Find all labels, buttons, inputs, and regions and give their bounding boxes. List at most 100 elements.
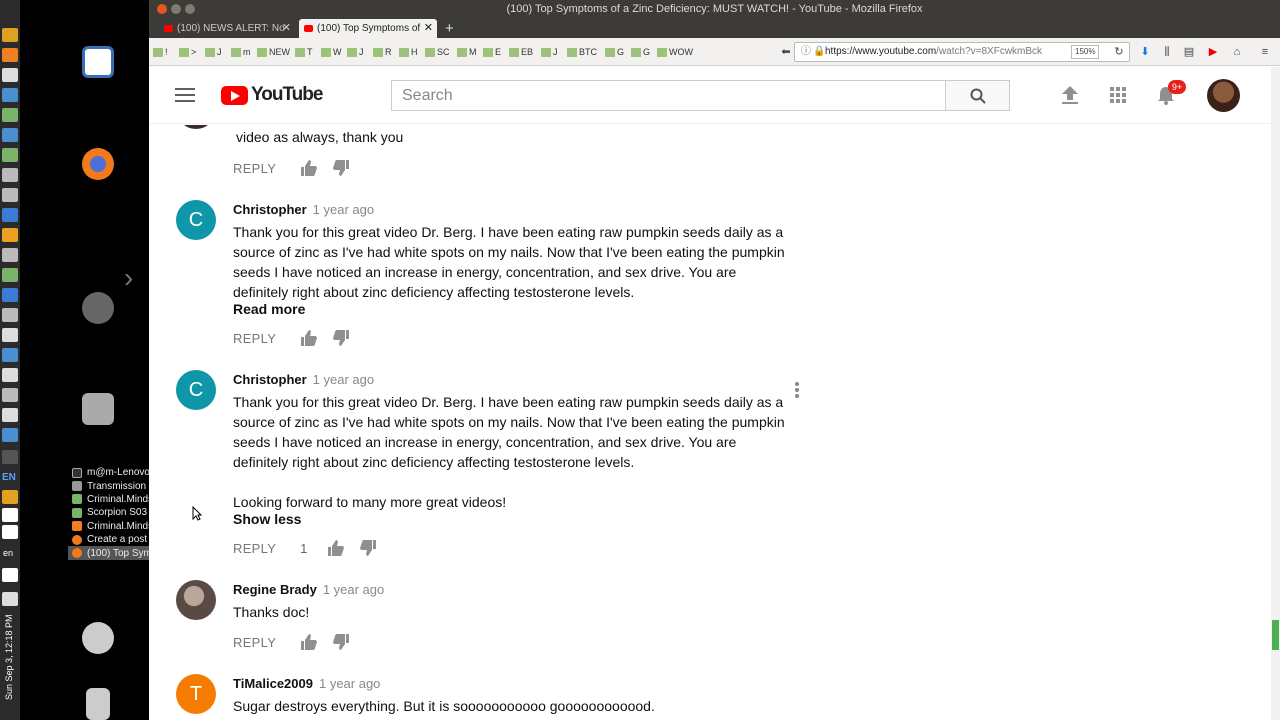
bookmark-item[interactable]: G [631,45,650,59]
show-less-button[interactable]: Show less [233,511,301,527]
tab-news-alert[interactable]: (100) NEWS ALERT: No ✕ [159,19,295,38]
archive-icon[interactable] [82,393,114,425]
app-icon[interactable] [2,188,18,202]
app-icon[interactable] [2,408,18,422]
new-tab-button[interactable]: + [445,19,454,38]
avatar[interactable]: C [176,370,216,410]
comment-author[interactable]: TiMalice2009 1 year ago [233,676,380,691]
bookmark-item[interactable]: M [457,45,477,59]
bookmark-item[interactable]: T [295,45,313,59]
app-icon[interactable] [2,308,18,322]
thumbs-down-icon[interactable] [332,330,350,346]
app-icon[interactable] [2,268,18,282]
bookmark-item[interactable]: J [541,45,558,59]
battery-icon[interactable] [2,592,18,606]
bookmark-item[interactable]: SC [425,45,450,59]
bookmark-item[interactable]: EB [509,45,533,59]
bookmark-item[interactable]: H [399,45,418,59]
thumbs-down-icon[interactable] [359,540,377,556]
clock[interactable]: Sun Sep 3, 12:18 PM [4,614,18,700]
close-tab-icon[interactable]: ✕ [282,19,291,38]
tab-top-symptoms[interactable]: (100) Top Symptoms of ✕ [299,19,437,38]
menu-icon[interactable]: ≡ [1259,46,1271,58]
search-button[interactable] [945,80,1010,111]
notification-badge[interactable]: 9+ [1168,80,1186,94]
reload-icon[interactable]: ↻ [1113,46,1125,58]
document-icon[interactable] [82,46,114,78]
bookmark-item[interactable]: E [483,45,501,59]
keyboard-layout[interactable]: EN [2,472,16,483]
app-icon[interactable] [2,108,18,122]
thumbs-up-icon[interactable] [300,330,318,346]
reply-button[interactable]: REPLY [233,635,276,650]
bookmark-item[interactable]: J [205,45,222,59]
account-avatar[interactable] [1207,79,1240,112]
reply-button[interactable]: REPLY [233,331,276,346]
app-icon[interactable] [2,128,18,142]
comment-author[interactable]: Regine Brady 1 year ago [233,582,384,597]
scrollbar-thumb[interactable] [1272,620,1279,650]
comment-age[interactable]: 1 year ago [323,582,384,597]
home-icon[interactable]: ⌂ [1231,46,1243,58]
bookmark-item[interactable]: J [347,45,364,59]
bookmark-item[interactable]: WOW [657,45,693,59]
bookmark-item[interactable]: W [321,45,342,59]
wifi-icon[interactable] [2,508,18,522]
bluetooth-icon[interactable] [2,450,18,464]
bitcoin-icon[interactable] [2,28,18,42]
bookmark-item[interactable]: BTC [567,45,597,59]
bookmark-item[interactable]: ! [153,45,168,59]
avatar[interactable] [176,580,216,620]
app-icon[interactable] [2,228,18,242]
bookmark-item[interactable]: > [179,45,196,59]
app-icon[interactable] [2,248,18,262]
app-icon[interactable] [2,168,18,182]
comment-menu-icon[interactable] [795,382,799,398]
thumbs-down-icon[interactable] [332,160,350,176]
comment-age[interactable]: 1 year ago [313,202,374,217]
search-input[interactable]: Search [391,80,946,111]
user-icon[interactable] [82,622,114,654]
app-icon[interactable] [2,348,18,362]
thumbs-up-icon[interactable] [300,160,318,176]
accessibility-icon[interactable] [2,525,18,539]
avatar[interactable]: T [176,674,216,714]
close-tab-icon[interactable]: ✕ [424,19,433,38]
reader-icon[interactable]: ▤ [1183,46,1195,58]
read-more-button[interactable]: Read more [233,301,305,317]
app-icon[interactable] [2,48,18,62]
comment-age[interactable]: 1 year ago [319,676,380,691]
app-icon[interactable] [2,208,18,222]
notes-icon[interactable] [2,68,18,82]
comment-author[interactable]: Christopher 1 year ago [233,202,374,217]
youtube-addon-icon[interactable]: ▶ [1207,46,1219,58]
app-icon[interactable] [2,88,18,102]
apps-grid-icon[interactable] [1110,87,1126,103]
comment-author[interactable]: Christopher 1 year ago [233,372,374,387]
reply-button[interactable]: REPLY [233,541,276,556]
app-icon[interactable] [2,288,18,302]
thumbs-up-icon[interactable] [300,634,318,650]
youtube-logo[interactable]: YouTube [221,84,323,105]
avatar[interactable] [176,125,216,129]
zoom-indicator[interactable]: 150% [1071,45,1100,59]
bookmark-item[interactable]: m [231,45,251,59]
upload-icon[interactable] [1062,86,1078,104]
download-icon[interactable]: ⬇ [1139,46,1151,58]
bookmark-item[interactable]: G [605,45,624,59]
ubuntu-icon[interactable] [82,292,114,324]
info-icon[interactable]: ⓘ [801,43,811,61]
bookmark-item[interactable]: NEW [257,45,290,59]
firefox-icon[interactable] [82,148,114,180]
page-scrollbar[interactable] [1271,67,1280,720]
reply-button[interactable]: REPLY [233,161,276,176]
chevron-right-icon[interactable]: › [124,262,133,294]
bookmark-item[interactable]: R [373,45,392,59]
hamburger-menu-button[interactable] [175,88,195,102]
app-icon[interactable] [2,328,18,342]
avatar[interactable]: C [176,200,216,240]
app-icon[interactable] [2,368,18,382]
warning-icon[interactable] [2,490,18,504]
app-icon[interactable] [2,388,18,402]
thumbs-down-icon[interactable] [332,634,350,650]
